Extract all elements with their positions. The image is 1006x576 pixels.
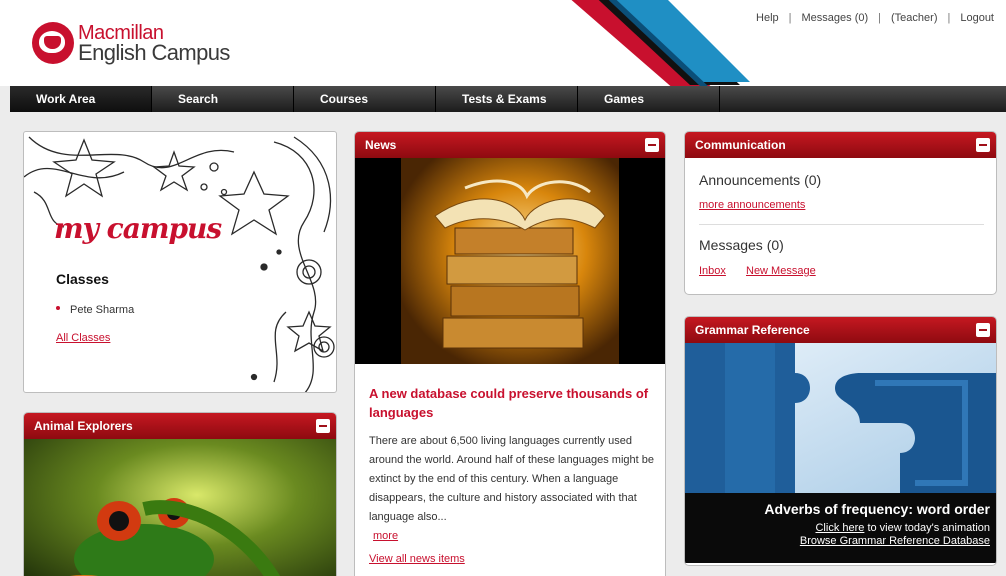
divider [699, 224, 984, 225]
class-list-item[interactable]: Pete Sharma [56, 304, 134, 316]
tree-frog-image [24, 439, 336, 576]
panel-header: Communication [685, 132, 996, 158]
panel-title: News [365, 138, 397, 152]
new-message-link[interactable]: New Message [746, 265, 816, 277]
messages-link[interactable]: Messages (0) [802, 12, 869, 24]
class-name: Pete Sharma [70, 304, 135, 316]
brand-line2: English Campus [78, 40, 230, 65]
logout-link[interactable]: Logout [960, 12, 994, 24]
more-announcements-link[interactable]: more announcements [699, 199, 805, 211]
inbox-link[interactable]: Inbox [699, 265, 726, 277]
messages-count: Messages (0) [699, 237, 784, 253]
nav-tests-exams[interactable]: Tests & Exams [436, 86, 578, 112]
panel-header: News [355, 132, 665, 158]
minimize-icon[interactable] [976, 323, 990, 337]
animation-line: Click here to view today's animation [815, 522, 990, 534]
news-more-link[interactable]: more [373, 530, 398, 542]
view-all-news-link[interactable]: View all news items [369, 553, 465, 565]
nav-games[interactable]: Games [578, 86, 720, 112]
panel-title: Communication [695, 138, 786, 152]
click-here-link[interactable]: Click here [815, 522, 864, 534]
my-campus-title: my campus [54, 212, 222, 245]
help-link[interactable]: Help [756, 12, 779, 24]
stacked-books-image [355, 158, 665, 364]
grammar-feature-title: Adverbs of frequency: word order [764, 501, 990, 517]
animal-explorers-panel: Animal Explorers [23, 412, 337, 576]
main-nav: Work Area Search Courses Tests & Exams G… [10, 86, 1006, 112]
panel-title: Animal Explorers [34, 419, 133, 433]
brand-logo[interactable]: Macmillan English Campus [32, 22, 230, 64]
grammar-reference-panel: Grammar Reference Adverbs of frequency: … [684, 316, 997, 566]
minimize-icon[interactable] [316, 419, 330, 433]
nav-courses[interactable]: Courses [294, 86, 436, 112]
minimize-icon[interactable] [645, 138, 659, 152]
panel-title: Grammar Reference [695, 323, 810, 337]
all-classes-link[interactable]: All Classes [56, 332, 110, 344]
panel-header: Animal Explorers [24, 413, 336, 439]
top-links: Help | Messages (0) | (Teacher) | Logout [756, 12, 994, 24]
panel-header: Grammar Reference [685, 317, 996, 343]
site-header: Macmillan English Campus Help | Messages (… [0, 0, 1006, 86]
communication-panel: Communication Announcements (0) more ann… [684, 131, 997, 295]
browse-grammar-link[interactable]: Browse Grammar Reference Database [685, 535, 990, 547]
classes-heading: Classes [56, 271, 109, 287]
announcements-count: Announcements (0) [699, 172, 822, 188]
doodle-stars-decoration [24, 136, 335, 392]
puzzle-pieces-image [685, 343, 996, 493]
my-campus-panel: my campus Classes Pete Sharma All Classe… [23, 131, 337, 393]
bullet-icon [56, 306, 60, 310]
news-panel: News A new database could preserve thous… [354, 131, 666, 576]
grammar-feature-bar: Adverbs of frequency: word order Click h… [685, 493, 996, 563]
news-body-text: There are about 6,500 living languages c… [369, 435, 654, 523]
news-body: There are about 6,500 living languages c… [369, 432, 659, 546]
nav-search[interactable]: Search [152, 86, 294, 112]
minimize-icon[interactable] [976, 138, 990, 152]
macmillan-logo-icon [32, 22, 74, 64]
news-headline[interactable]: A new database could preserve thousands … [369, 384, 659, 422]
header-swoosh-decoration [571, 0, 750, 86]
teacher-link[interactable]: (Teacher) [891, 12, 937, 24]
nav-work-area[interactable]: Work Area [10, 86, 152, 112]
